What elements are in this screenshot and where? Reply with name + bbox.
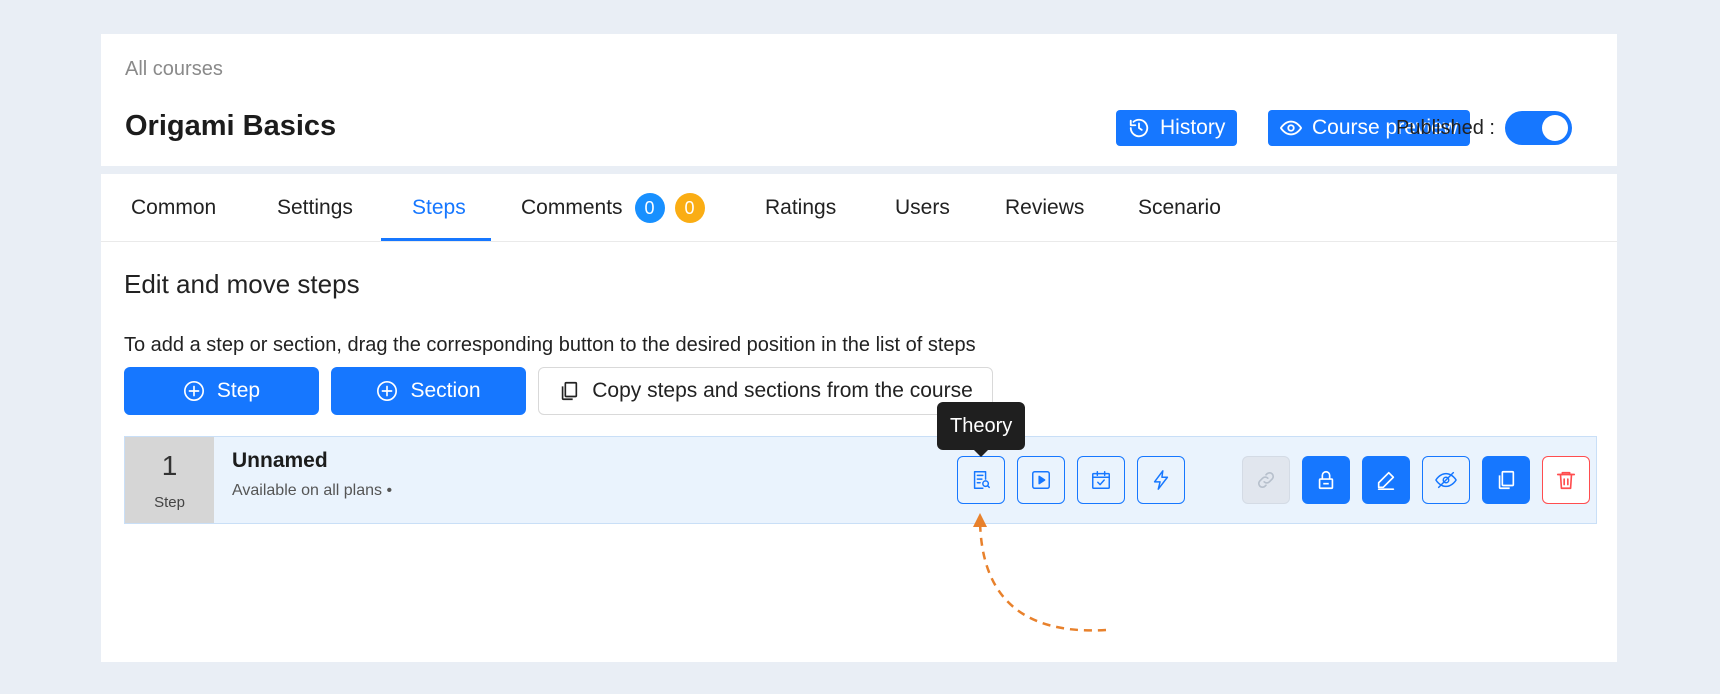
- video-button[interactable]: [1017, 456, 1065, 504]
- tab-settings[interactable]: Settings: [277, 174, 353, 242]
- tab-common[interactable]: Common: [131, 174, 216, 242]
- eye-icon: [1280, 120, 1302, 136]
- copy-from-course-label: Copy steps and sections from the course: [592, 379, 973, 402]
- video-icon: [1032, 471, 1050, 489]
- breadcrumb-all-courses[interactable]: All courses: [125, 58, 223, 81]
- lightning-icon: [1153, 470, 1169, 490]
- task-icon: [1092, 471, 1110, 489]
- tab-reviews[interactable]: Reviews: [1005, 174, 1084, 242]
- add-step-button[interactable]: Step: [124, 367, 319, 415]
- trash-icon: [1556, 471, 1576, 490]
- toggle-knob: [1542, 115, 1568, 141]
- published-toggle[interactable]: [1505, 111, 1572, 145]
- lock-icon: [1318, 470, 1334, 490]
- tab-label: Reviews: [1005, 196, 1085, 219]
- link-icon: [1257, 471, 1275, 489]
- course-header: All courses Origami Basics History Cours…: [101, 34, 1617, 166]
- step-availability: Available on all plans •: [232, 482, 393, 499]
- link-button[interactable]: [1242, 456, 1290, 504]
- tab-bar: Common Settings Steps Comments 0 0 Ratin…: [101, 174, 1617, 242]
- theory-button[interactable]: [957, 456, 1005, 504]
- add-section-label: Section: [410, 379, 481, 402]
- step-number: 1: [161, 449, 178, 481]
- step-row[interactable]: 1 Step Unnamed Available on all plans •: [124, 436, 1597, 524]
- quick-step-button[interactable]: [1137, 456, 1185, 504]
- add-section-button[interactable]: Section: [331, 367, 526, 415]
- history-button[interactable]: History: [1116, 110, 1238, 146]
- history-label: History: [1160, 116, 1226, 139]
- active-tab-indicator: [381, 238, 491, 241]
- plus-circle-icon: [183, 381, 204, 401]
- hide-button[interactable]: [1422, 456, 1470, 504]
- copy-icon: [561, 381, 578, 401]
- comments-badge-pending: 0: [674, 193, 705, 223]
- tab-label: Ratings: [765, 196, 837, 219]
- tab-steps[interactable]: Steps: [412, 174, 466, 242]
- delete-button[interactable]: [1542, 456, 1590, 504]
- course-content: Common Settings Steps Comments 0 0 Ratin…: [101, 174, 1617, 662]
- section-heading: Edit and move steps: [124, 269, 360, 299]
- task-button[interactable]: [1077, 456, 1125, 504]
- theory-icon: [973, 471, 990, 489]
- annotation-arrow: [973, 513, 1107, 632]
- step-number-label: Step: [154, 493, 185, 511]
- edit-icon: [1377, 471, 1395, 490]
- tab-ratings[interactable]: Ratings: [765, 174, 836, 242]
- tab-label: Users: [895, 196, 950, 219]
- comments-badge-new: 0: [634, 193, 665, 223]
- plus-circle-icon: [377, 381, 398, 401]
- tab-label: Steps: [412, 196, 466, 219]
- add-step-label: Step: [216, 379, 261, 402]
- copy-icon: [1498, 470, 1515, 490]
- step-title: Unnamed: [232, 449, 328, 472]
- duplicate-button[interactable]: [1482, 456, 1530, 504]
- tab-scenario[interactable]: Scenario: [1138, 174, 1221, 242]
- tab-label: Common: [131, 196, 217, 219]
- copy-from-course-button[interactable]: Copy steps and sections from the course: [538, 367, 993, 415]
- tab-label: Scenario: [1138, 196, 1221, 219]
- eye-off-icon: [1435, 471, 1457, 489]
- instruction-text: To add a step or section, drag the corre…: [124, 334, 976, 356]
- page-title: Origami Basics: [125, 110, 337, 142]
- tab-comments[interactable]: Comments 0 0: [521, 174, 705, 242]
- history-icon: [1129, 118, 1149, 138]
- edit-button[interactable]: [1362, 456, 1410, 504]
- tab-label: Settings: [277, 196, 353, 219]
- tab-label: Comments: [521, 196, 623, 219]
- lock-button[interactable]: [1302, 456, 1350, 504]
- published-label: Published :: [1396, 117, 1495, 139]
- step-number-cell: 1 Step: [125, 437, 214, 523]
- tab-users[interactable]: Users: [895, 174, 950, 242]
- theory-tooltip: Theory: [937, 402, 1026, 457]
